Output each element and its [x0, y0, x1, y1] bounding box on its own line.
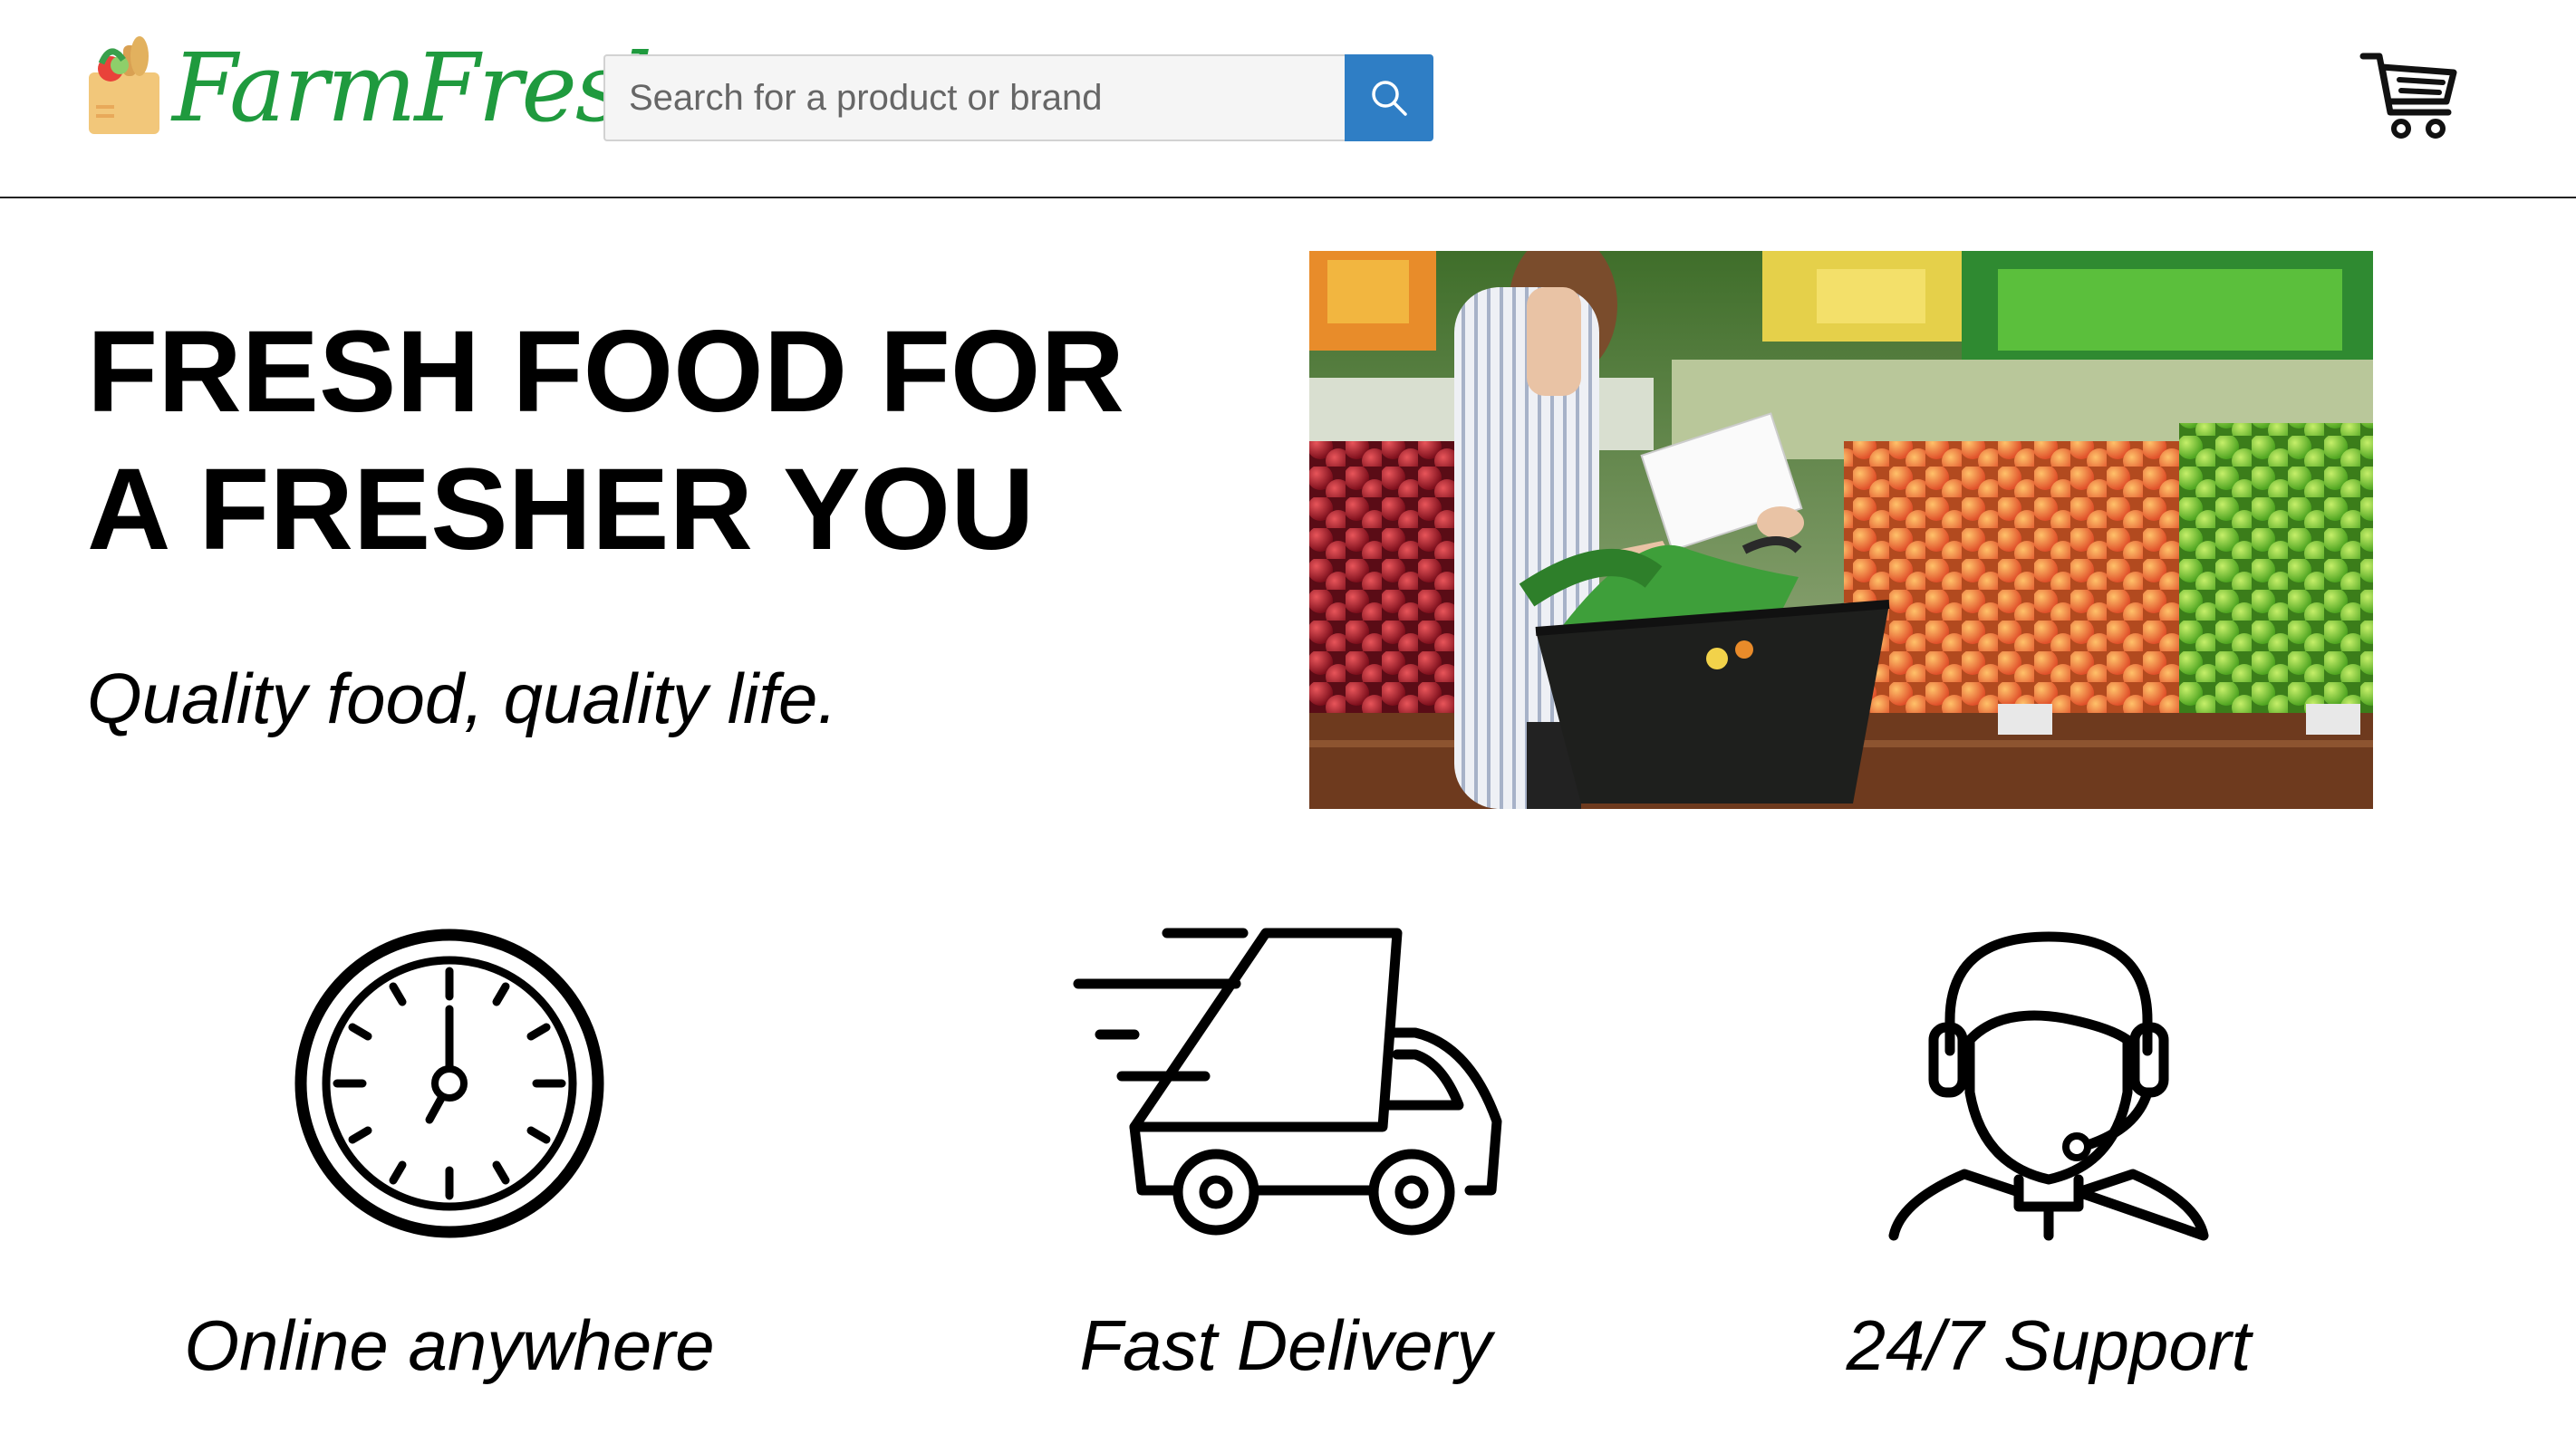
hero-subtitle: Quality food, quality life.: [87, 659, 838, 738]
feature-label-delivery: Fast Delivery: [1079, 1305, 1492, 1385]
search-input[interactable]: [603, 54, 1345, 141]
feature-support: [1883, 929, 2214, 1245]
feature-label-support: 24/7 Support: [1846, 1305, 2252, 1385]
support-agent-icon: [1888, 931, 2209, 1241]
search-icon: [1372, 81, 1407, 116]
feature-online: [292, 926, 607, 1241]
clock-icon: [294, 929, 604, 1238]
cart-button[interactable]: [2359, 49, 2459, 141]
cart-icon: [2359, 53, 2457, 139]
grocery-bag-icon: [89, 36, 159, 134]
search-bar: [603, 54, 1433, 141]
delivery-truck-icon: [1073, 928, 1502, 1236]
hero-title: FRESH FOOD FOR A FRESHER YOU: [87, 307, 1124, 574]
feature-delivery: [1071, 928, 1506, 1241]
search-button[interactable]: [1345, 54, 1433, 141]
brand-logo[interactable]: FarmFresh: [83, 29, 682, 147]
feature-label-online: Online anywhere: [184, 1305, 715, 1385]
site-header: FarmFresh: [0, 0, 2576, 198]
hero-image: [1309, 251, 2373, 809]
